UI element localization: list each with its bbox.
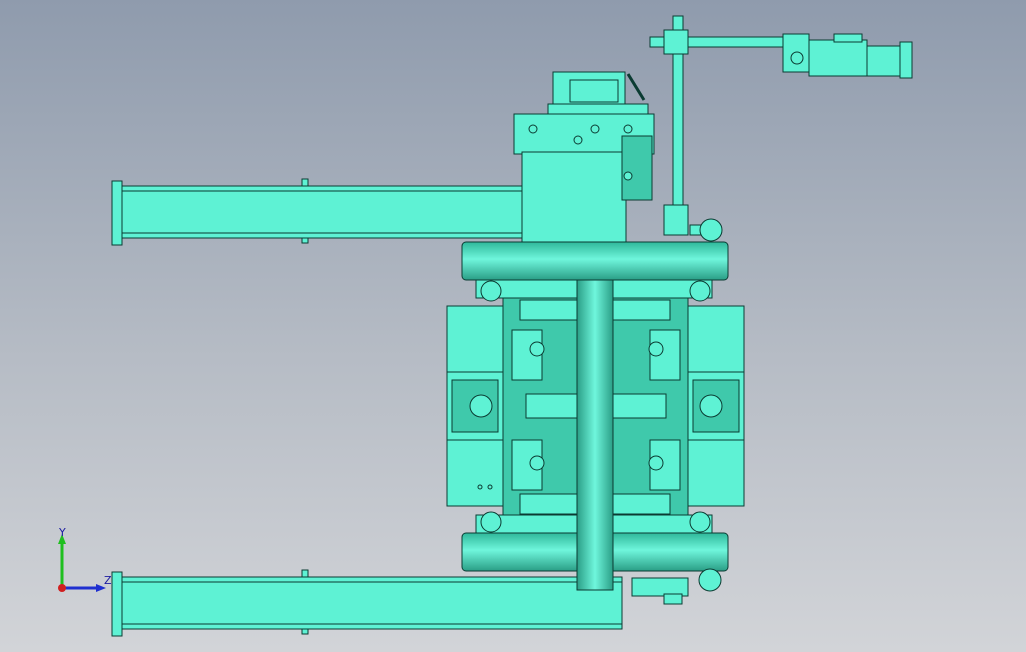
axis-triad: Y Z — [58, 528, 112, 592]
y-axis-label: Y — [58, 528, 66, 539]
gearbox-housing[interactable] — [513, 71, 655, 245]
motor-mast[interactable] — [649, 15, 787, 242]
right-housing[interactable] — [687, 305, 745, 507]
upper-duct-arm[interactable] — [111, 178, 523, 246]
lower-duct-arm[interactable] — [111, 569, 623, 637]
central-shaft[interactable] — [576, 279, 614, 591]
cad-model-view[interactable] — [0, 0, 1026, 652]
left-housing[interactable] — [446, 305, 504, 507]
cad-viewport[interactable]: Y Z — [0, 0, 1026, 652]
gear-motor[interactable] — [782, 33, 913, 79]
z-axis-label: Z — [104, 574, 112, 587]
x-axis-dot — [58, 584, 66, 592]
